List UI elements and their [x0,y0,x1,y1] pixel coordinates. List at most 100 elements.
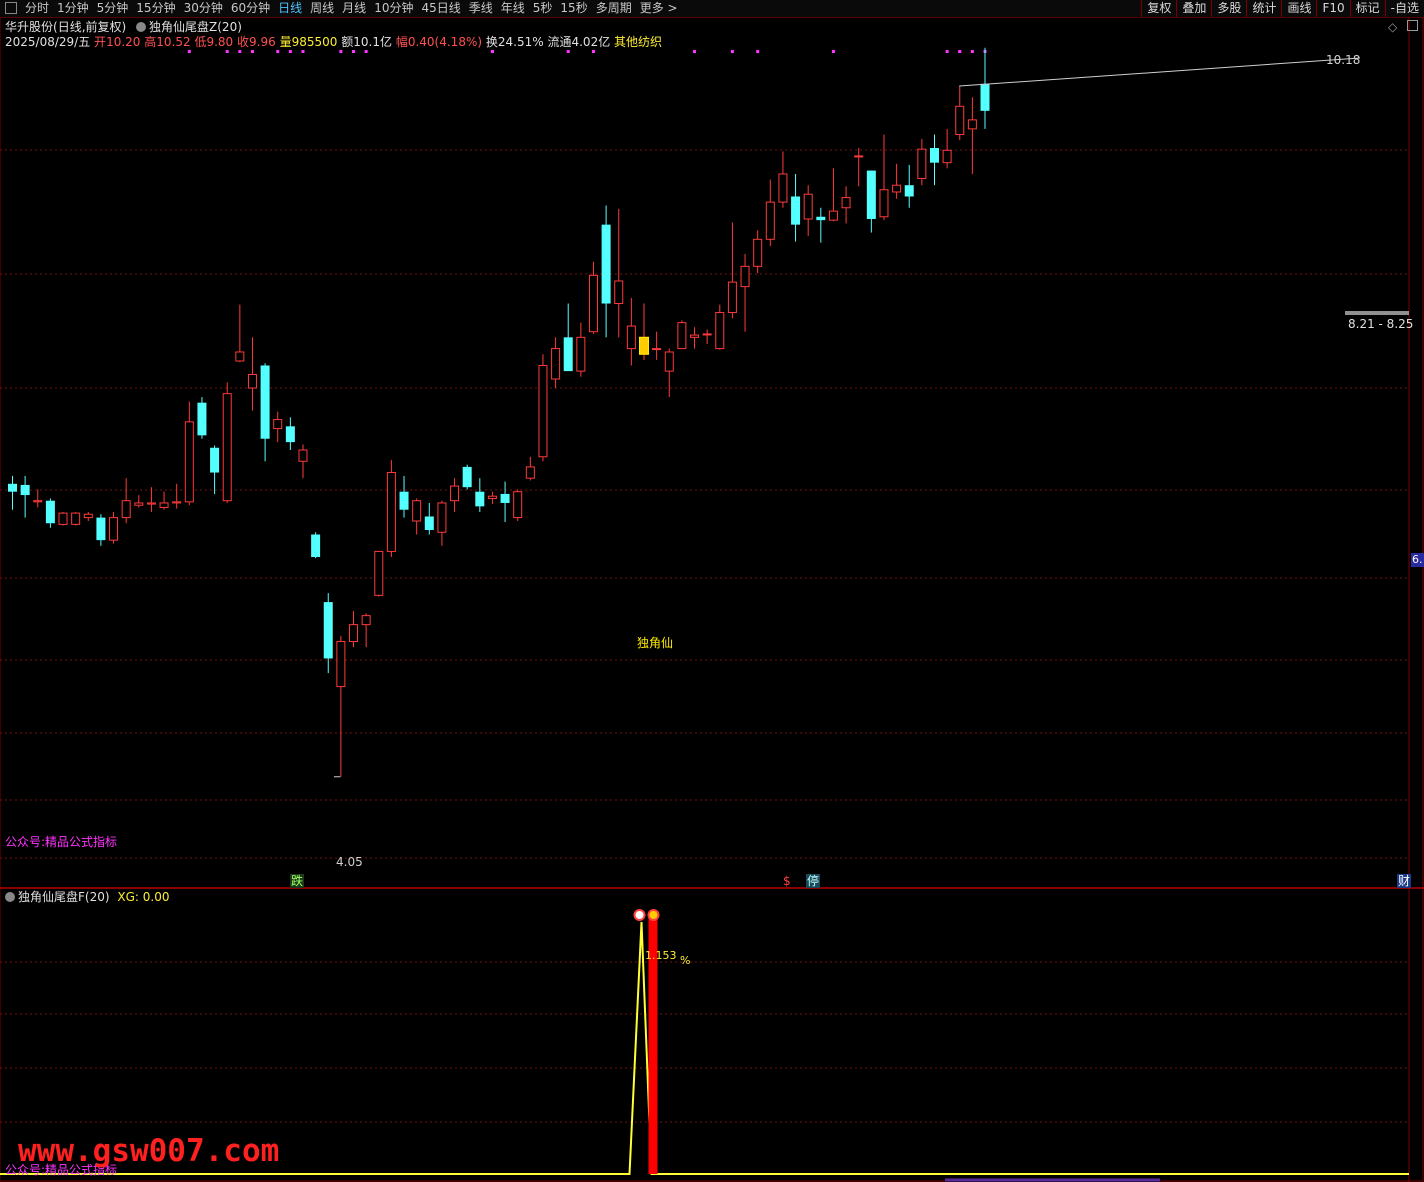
tab-period-13[interactable]: 5秒 [529,0,557,17]
tab-period-5[interactable]: 60分钟 [227,0,274,17]
candle-body-35 [450,485,460,502]
amount-value: 10.1亿 [353,35,392,49]
sub-header: 独角仙尾盘F(20) XG: 0.00 [5,890,169,904]
tab-period-15[interactable]: 多周期 [592,0,636,17]
peak-value-label: 1.153 [645,949,677,962]
toolbar-button-6[interactable]: 标记 [1349,0,1385,17]
top-signal-dot-0 [187,50,191,53]
toolbar-button-0[interactable]: 复权 [1141,0,1176,17]
close-value: 9.96 [249,35,276,49]
candle-body-37 [475,491,485,507]
indicator-toggle-icon[interactable] [136,22,147,32]
candle-body-17 [222,393,232,502]
chart-frame [0,17,1424,1182]
tab-period-2[interactable]: 5分钟 [93,0,133,17]
tab-period-1[interactable]: 1分钟 [53,0,93,17]
open-label: 开 [94,35,107,49]
main-indicator-name[interactable]: 独角仙尾盘Z(20) [149,20,242,34]
toolbar-button-2[interactable]: 多股 [1211,0,1246,17]
sub-indicator-name[interactable]: 独角仙尾盘F(20) [18,890,110,904]
tag-ting[interactable]: 停 [806,874,821,888]
candle-body-42 [538,364,548,458]
toolbar-right: 复权 叠加 多股 统计 画线 F10 标记 -自选 [1141,0,1424,17]
panel-controls: ◇ [1388,20,1418,34]
tab-period-8[interactable]: 月线 [338,0,370,17]
top-signal-dot-11 [490,50,494,53]
signal-candle-highlight [639,336,649,355]
toolbar-button-4[interactable]: 画线 [1281,0,1316,17]
tab-period-14[interactable]: 15秒 [556,0,591,17]
layout-toggle-icon[interactable] [5,2,17,14]
top-signal-dot-16 [756,50,760,53]
candle-body-52 [664,351,674,372]
toolbar-button-3[interactable]: 统计 [1246,0,1281,17]
top-signal-dot-15 [730,50,734,53]
candle-body-73 [929,148,939,163]
candle-body-40 [513,491,523,519]
candle-body-19 [247,374,257,389]
collapse-icon[interactable] [1407,20,1418,31]
industry-value: 其他纺织 [614,35,663,49]
sub-toggle-icon[interactable] [5,892,15,902]
stock-header: 华升股份(日线,前复权) 独角仙尾盘Z(20) [5,20,242,34]
candle-body-44 [563,337,573,372]
top-signal-dot-20 [958,50,962,53]
candle-body-61 [778,173,788,203]
candle-body-27 [349,624,359,643]
toolbar-button-5[interactable]: F10 [1316,0,1349,17]
tab-period-12[interactable]: 年线 [497,0,529,17]
candle-body-54 [690,334,700,338]
tab-period-16[interactable]: 更多 > [636,0,682,17]
candle-body-33 [424,516,434,530]
site-watermark: www.gsw007.com [18,1133,280,1169]
candle-body-68 [866,170,876,220]
candle-body-2 [33,500,43,503]
tab-period-3[interactable]: 15分钟 [132,0,179,17]
candle-body-75 [955,105,965,136]
amount-label: 额 [341,35,354,49]
candle-body-58 [740,265,750,288]
tab-period-7[interactable]: 周线 [306,0,338,17]
peak-percent-label: % [680,954,691,967]
tab-period-4[interactable]: 30分钟 [180,0,227,17]
candle-body-53 [677,322,687,350]
tab-period-10[interactable]: 45日线 [417,0,464,17]
candle-body-12 [159,502,169,508]
toolbar-button-1[interactable]: 叠加 [1176,0,1211,17]
candle-body-55 [702,333,712,336]
candle-body-59 [753,238,763,267]
top-signal-dot-1 [225,50,229,53]
change-value: 0.40(4.18%) [407,35,483,49]
float-value: 4.02亿 [571,35,611,49]
xg-value: XG: 0.00 [117,890,170,904]
candle-body-62 [791,196,801,225]
toolbar-button-7[interactable]: -自选 [1384,0,1424,17]
candle-body-77 [980,83,990,111]
float-label: 流通 [547,35,572,49]
top-signal-dot-14 [693,50,697,53]
sub-peak-star-icon [647,909,660,921]
stock-name: 华升股份 [5,20,54,34]
tab-period-11[interactable]: 季线 [465,0,497,17]
candle-body-18 [235,351,245,362]
range-box-label: 8.21 - 8.25 [1348,317,1414,331]
sub-peak-marker-icon [633,909,646,921]
candle-body-63 [803,193,813,220]
candle-body-46 [588,274,598,333]
tag-die[interactable]: 跌 [290,874,305,888]
tab-period-9[interactable]: 10分钟 [370,0,417,17]
top-signal-dot-5 [288,50,292,53]
tag-dollar[interactable]: $ [783,874,791,888]
candle-body-5 [71,512,81,525]
tab-period-0[interactable]: 分时 [21,0,53,17]
tag-cai[interactable]: 财 [1397,874,1412,888]
candle-body-36 [462,466,472,488]
turnover-value: 24.51% [497,35,544,49]
candle-body-66 [841,197,851,209]
open-value: 10.20 [106,35,141,49]
tab-period-6[interactable]: 日线 [274,0,306,17]
candle-body-11 [146,502,156,505]
candle-body-72 [917,148,927,179]
diamond-icon[interactable]: ◇ [1388,20,1397,34]
candle-body-38 [487,495,497,499]
